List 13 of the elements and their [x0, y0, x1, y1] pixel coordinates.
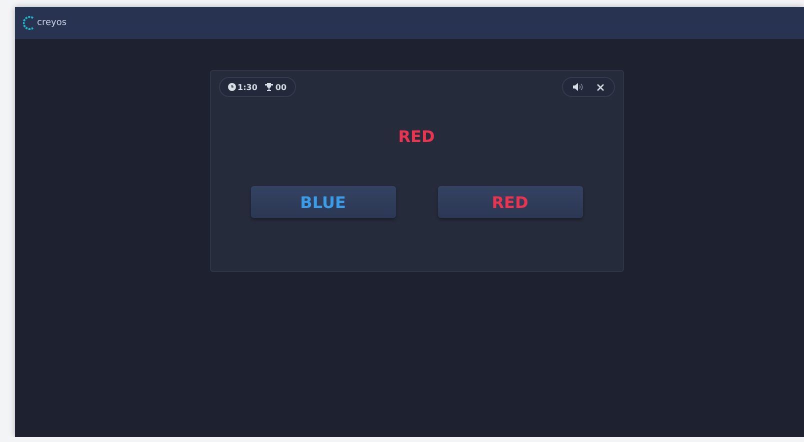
color-word: RED [398, 127, 435, 146]
score-text: 00 [275, 82, 287, 92]
close-icon [596, 84, 604, 90]
sound-button[interactable] [572, 83, 582, 91]
close-button[interactable] [596, 84, 604, 90]
answer-button[interactable]: RED [438, 186, 582, 218]
answer-button[interactable]: BLUE [250, 186, 396, 218]
logo-icon [23, 16, 35, 30]
logo-text: creyos [37, 18, 67, 28]
timer-text: 1:30 [238, 82, 258, 92]
trophy-icon [265, 83, 274, 91]
clock-icon [228, 83, 236, 91]
speaker-icon [572, 83, 582, 91]
